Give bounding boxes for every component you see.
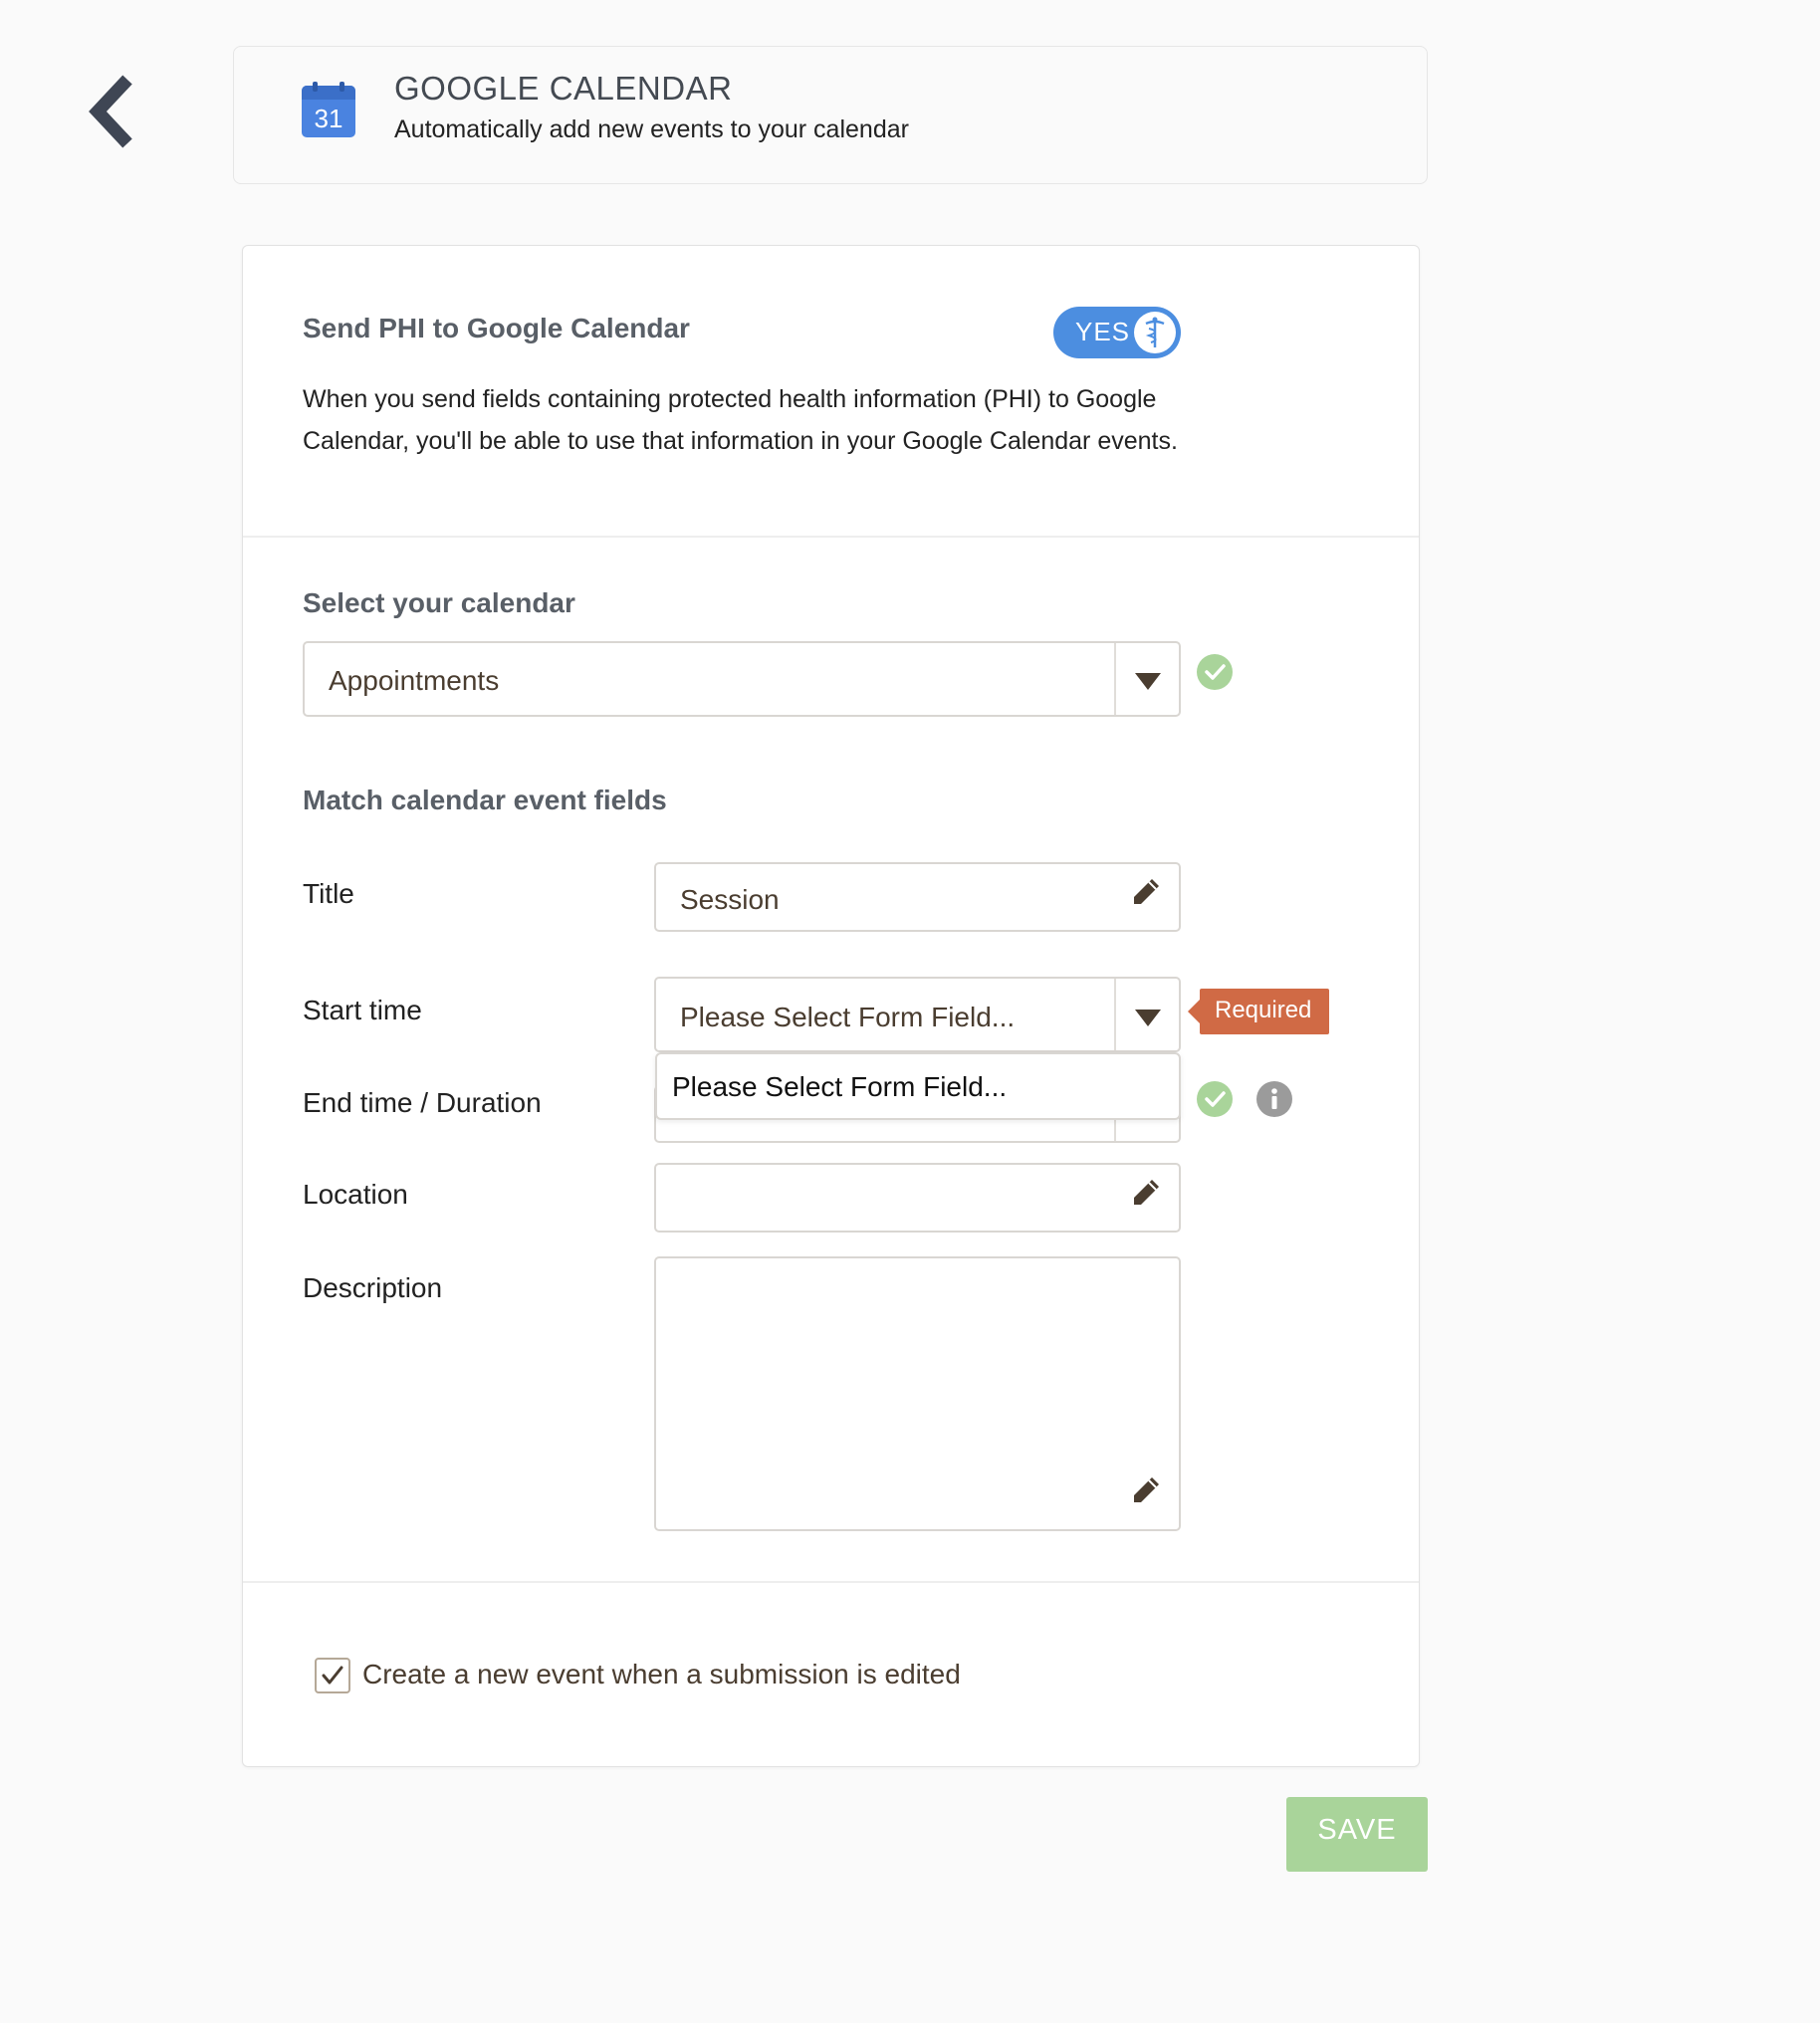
app-subtitle: Automatically add new events to your cal… [394, 115, 909, 143]
match-fields-title: Match calendar event fields [303, 785, 667, 815]
end-time-label: End time / Duration [303, 1087, 542, 1118]
svg-text:31: 31 [315, 104, 343, 133]
required-badge-text: Required [1215, 997, 1312, 1023]
check-circle-icon [1197, 1081, 1233, 1117]
new-event-on-edit-label[interactable]: Create a new event when a submission is … [362, 1659, 961, 1690]
start-time-dropdown-value: Please Select Form Field... [680, 1002, 1016, 1032]
dropdown-separator [1114, 979, 1116, 1050]
title-label: Title [303, 878, 354, 909]
app-title: GOOGLE CALENDAR [394, 70, 733, 107]
pencil-icon[interactable] [1130, 1474, 1162, 1506]
phi-toggle-label: YES [1075, 317, 1131, 346]
pencil-icon[interactable] [1130, 876, 1162, 908]
caret-down-icon[interactable] [1135, 673, 1161, 690]
check-circle-icon [1197, 654, 1233, 690]
description-textarea[interactable] [654, 1256, 1181, 1531]
checkmark-icon [322, 1666, 343, 1685]
calendar-select-label: Select your calendar [303, 587, 575, 618]
phi-title: Send PHI to Google Calendar [303, 313, 690, 343]
description-label: Description [303, 1272, 443, 1303]
new-event-on-edit-checkbox[interactable] [315, 1658, 350, 1693]
section-divider [243, 536, 1419, 538]
start-time-option[interactable]: Please Select Form Field... [672, 1071, 1007, 1103]
start-time-label: Start time [303, 995, 422, 1025]
back-button[interactable] [84, 72, 147, 151]
google-calendar-icon: 31 [302, 82, 355, 137]
dropdown-separator [1114, 643, 1116, 715]
section-divider [243, 1581, 1419, 1583]
pencil-icon[interactable] [1130, 1177, 1162, 1209]
calendar-dropdown-value: Appointments [329, 665, 500, 696]
save-button-label: SAVE [1317, 1814, 1397, 1846]
required-badge-pointer [1188, 1000, 1200, 1023]
phi-description: When you send fields containing protecte… [303, 385, 1178, 455]
chevron-left-icon [89, 75, 132, 148]
location-input[interactable] [654, 1163, 1181, 1233]
title-input-value: Session [680, 884, 780, 915]
location-label: Location [303, 1179, 408, 1210]
info-icon[interactable] [1256, 1081, 1292, 1117]
caduceus-icon [1134, 312, 1176, 353]
caret-down-icon[interactable] [1135, 1010, 1161, 1026]
